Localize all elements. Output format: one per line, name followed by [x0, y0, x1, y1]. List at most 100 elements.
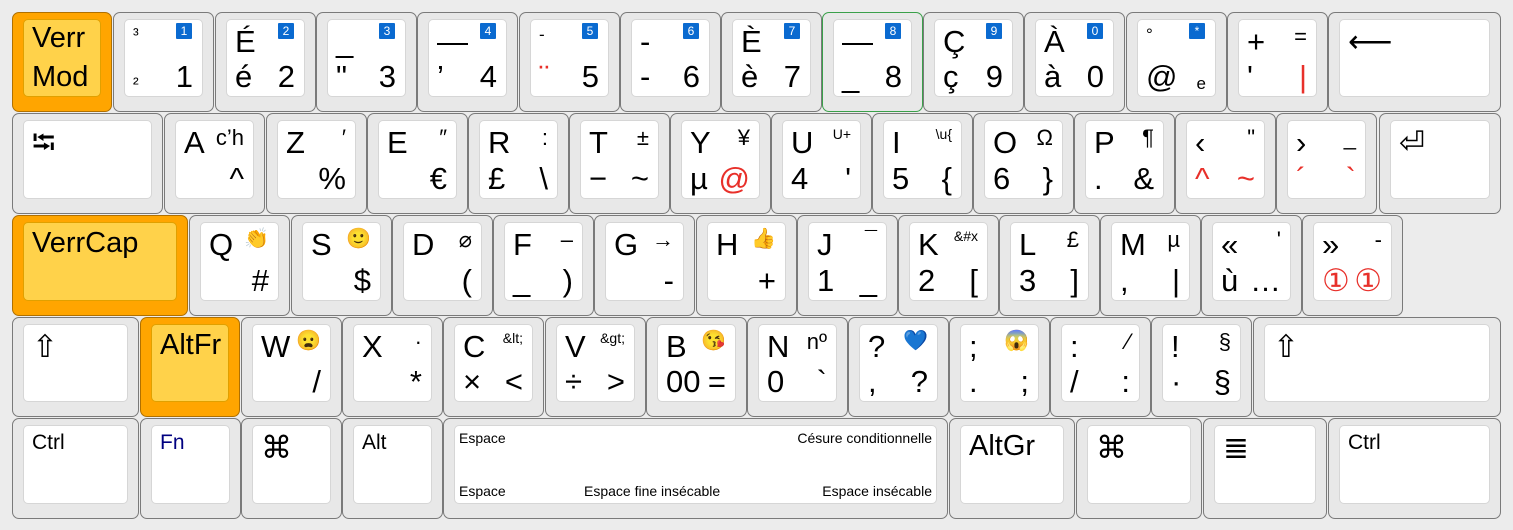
key-plus[interactable]: + = ' |: [1227, 12, 1328, 112]
legend-tr: :: [541, 125, 548, 150]
legend-tl: K: [918, 227, 939, 262]
key-semicolon[interactable]: ; 😱.;: [949, 317, 1050, 417]
key-7[interactable]: Èè77: [721, 12, 822, 112]
key-alt[interactable]: Alt: [342, 418, 443, 519]
legend-tl: Fn: [160, 431, 185, 454]
legend-tl: ⌘: [261, 430, 292, 465]
legend-tl: Z: [286, 125, 305, 160]
key-rcmd[interactable]: ⌘: [1076, 418, 1202, 519]
key-verrmod[interactable]: Verr Mod: [12, 12, 112, 112]
key-rsaquo[interactable]: › _ ´ `: [1276, 113, 1377, 214]
legend-tr: =: [1294, 24, 1307, 49]
legend-tr: ′: [341, 125, 346, 150]
key-deg[interactable]: ° @ e *: [1126, 12, 1227, 112]
legend-tl: -: [640, 24, 651, 59]
legend-br: \: [539, 161, 548, 196]
numpad-badge: 6: [683, 23, 699, 39]
legend-tl: Q: [209, 227, 234, 262]
legend-br: `: [816, 364, 827, 399]
key-4[interactable]: —’ 4 4: [417, 12, 518, 112]
key-5[interactable]: - ¨ 5 5: [519, 12, 620, 112]
key-i[interactable]: I \u{5 {: [872, 113, 973, 214]
legend-tr: -: [1374, 227, 1382, 252]
key-lctrl[interactable]: Ctrl: [12, 418, 139, 519]
key-altgr[interactable]: AltGr: [949, 418, 1075, 519]
key-q[interactable]: Q 👏 #: [189, 215, 290, 316]
key-menu[interactable]: ≣: [1203, 418, 1327, 519]
key-backspace[interactable]: ⟵: [1328, 12, 1501, 112]
legend-tl: !: [1171, 329, 1180, 364]
key-lsaquo[interactable]: ‹ " ^ ~: [1175, 113, 1276, 214]
key-d[interactable]: D ⌀ (: [392, 215, 493, 316]
key-e[interactable]: E ″ €: [367, 113, 468, 214]
key-rshift[interactable]: ⇧: [1253, 317, 1501, 417]
key-a[interactable]: Ac’h ^: [164, 113, 265, 214]
legend-br: #: [251, 263, 269, 298]
key-x[interactable]: X · *: [342, 317, 443, 417]
key-o[interactable]: O Ω 6}: [973, 113, 1074, 214]
key-n[interactable]: Nnº 0 `: [747, 317, 848, 417]
key-altfr[interactable]: AltFr: [140, 317, 240, 417]
legend-br: ;: [1020, 364, 1029, 399]
key-6[interactable]: --66: [620, 12, 721, 112]
key-lshift[interactable]: ⇧: [12, 317, 139, 417]
key-9[interactable]: Çç99: [923, 12, 1024, 112]
key-rctrl[interactable]: Ctrl: [1328, 418, 1501, 519]
key-exclam[interactable]: ! § · §: [1151, 317, 1252, 417]
key-p[interactable]: P ¶. &: [1074, 113, 1175, 214]
key-m[interactable]: Mµ, |: [1100, 215, 1201, 316]
key-face: : ⁄ /:: [1061, 324, 1140, 402]
key-u[interactable]: U U+ 4 ': [771, 113, 872, 214]
legend-tl: Ctrl: [1348, 431, 1381, 454]
legend-tr: Ω: [1036, 125, 1053, 150]
key-face: Z ′%: [277, 120, 356, 199]
key-8[interactable]: — _ 8 8: [822, 12, 923, 112]
key-enter[interactable]: ⏎: [1379, 113, 1501, 214]
key-s[interactable]: S 🙂 $: [291, 215, 392, 316]
key-z[interactable]: Z ′%: [266, 113, 367, 214]
legend-tr: ±: [636, 125, 649, 150]
key-space[interactable]: Espace Césure conditionnelle Espace Espace …: [443, 418, 948, 519]
key-2[interactable]: Éé22: [215, 12, 316, 112]
key-tab[interactable]: ⭾: [12, 113, 163, 214]
legend-bl: ç: [943, 59, 959, 94]
legend-bl: _: [513, 263, 531, 298]
legend-tr: ¶: [1142, 125, 1154, 150]
legend-bl: ': [1247, 59, 1253, 94]
key-v[interactable]: V &gt; ÷ >: [545, 317, 646, 417]
key-face: P ¶. &: [1085, 120, 1164, 199]
legend-br: +: [757, 263, 776, 298]
legend-bl: µ: [690, 161, 708, 196]
key-c[interactable]: C &lt; × <: [443, 317, 544, 417]
key-raquo[interactable]: » - ① ①: [1302, 215, 1403, 316]
key-h[interactable]: H 👍 +: [696, 215, 797, 316]
legend-bl: 5: [892, 161, 910, 196]
key-w[interactable]: W 😦 /: [241, 317, 342, 417]
key-fn[interactable]: Fn: [140, 418, 241, 519]
key-k[interactable]: K &#x 2 [: [898, 215, 999, 316]
key-0[interactable]: Àà00: [1024, 12, 1125, 112]
legend-br: ?: [910, 364, 928, 399]
key-j[interactable]: J ¯ 1 _: [797, 215, 898, 316]
key-r[interactable]: R: £ \: [468, 113, 569, 214]
key-b[interactable]: B 😘 00 =: [646, 317, 747, 417]
key-g[interactable]: G → -: [594, 215, 695, 316]
legend-tl: Verr: [32, 22, 86, 54]
key-y[interactable]: Y ¥ µ @: [670, 113, 771, 214]
legend-tl: «: [1221, 227, 1239, 262]
key-question[interactable]: ? 💙,?: [848, 317, 949, 417]
key-t[interactable]: T ± − ~: [569, 113, 670, 214]
legend-bl: ’: [437, 59, 444, 94]
key-f[interactable]: F – _): [493, 215, 594, 316]
key-3[interactable]: _ " 3 3: [316, 12, 417, 112]
key-lcmd[interactable]: ⌘: [241, 418, 342, 519]
key-colon[interactable]: : ⁄ /:: [1050, 317, 1151, 417]
key-l[interactable]: L £3]: [999, 215, 1100, 316]
key-verrcap[interactable]: VerrCap: [12, 215, 188, 316]
key-1[interactable]: ³ ² 1 1: [113, 12, 214, 112]
numpad-badge: 3: [379, 23, 395, 39]
legend-bl: /: [1070, 364, 1079, 399]
key-laquo[interactable]: «' ù…: [1201, 215, 1302, 316]
numpad-badge: 4: [480, 23, 496, 39]
legend-bl: −: [589, 161, 608, 196]
